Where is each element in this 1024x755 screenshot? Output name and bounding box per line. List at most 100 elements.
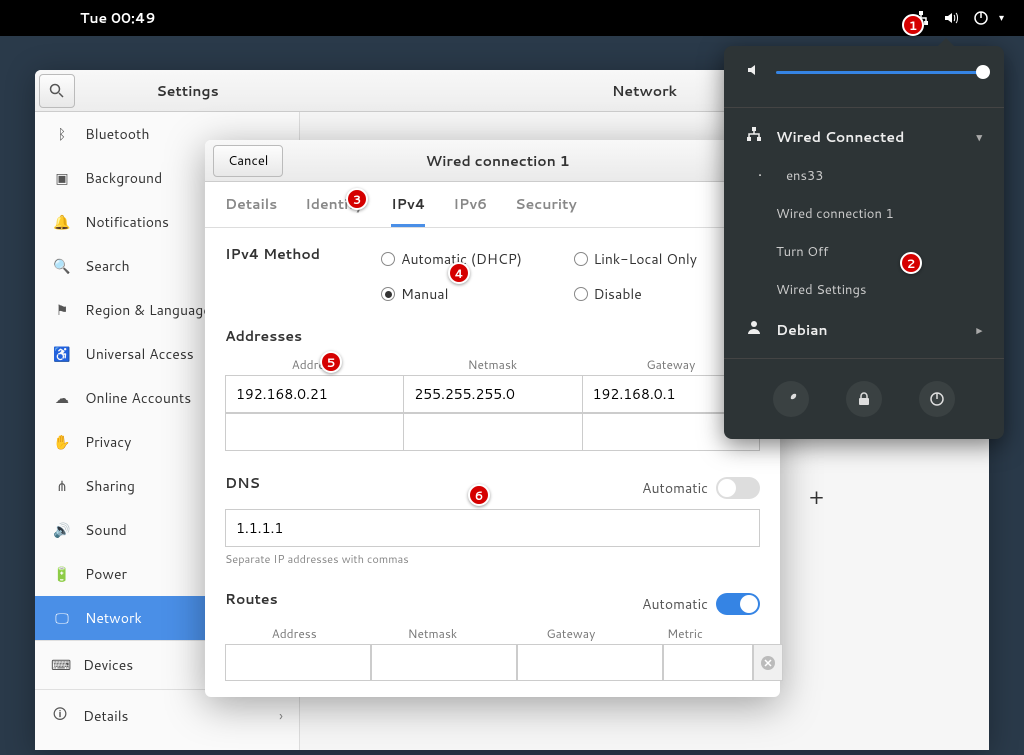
lock-action[interactable] (846, 381, 882, 417)
annotation-3: 3 (346, 188, 368, 210)
bluetooth-icon: ᛒ (53, 124, 71, 144)
radio-icon (574, 287, 588, 301)
route-address-input[interactable] (225, 644, 371, 681)
sidebar-label: Network (85, 608, 142, 628)
hand-icon: ✋ (53, 432, 71, 452)
close-icon (760, 655, 776, 671)
search-button[interactable] (39, 74, 75, 108)
background-icon: ▣ (53, 168, 71, 188)
dns-auto-label: Automatic (642, 478, 708, 498)
system-menu: Wired Connected ▾ •ens33 Wired connectio… (724, 46, 1004, 439)
route-metric-input[interactable] (663, 644, 753, 681)
accessibility-icon: ♿ (53, 344, 71, 364)
dns-input[interactable] (225, 509, 760, 547)
netmask-input-1[interactable] (403, 413, 581, 451)
power-icon (929, 391, 945, 407)
rcol-netmask: Netmask (363, 625, 501, 642)
wired-connection-item[interactable]: Wired connection 1 (724, 195, 1004, 233)
system-tray[interactable]: ▾ (913, 10, 1004, 26)
cloud-icon: ☁ (53, 388, 71, 408)
sidebar-label: Power (85, 564, 127, 584)
sidebar-label: Online Accounts (85, 388, 191, 408)
devices-icon: ⌨ (51, 655, 69, 675)
add-connection-button[interactable]: + (809, 482, 824, 513)
rcol-address: Address (225, 625, 363, 642)
method-automatic[interactable]: Automatic (DHCP) (381, 249, 568, 269)
connection-dialog: Cancel Wired connection 1 Details Identi… (205, 140, 780, 697)
volume-slider[interactable] (776, 71, 982, 74)
annotation-6: 6 (468, 484, 490, 506)
netmask-input-0[interactable] (403, 375, 581, 413)
method-manual[interactable]: Manual (381, 284, 568, 304)
wired-turn-off[interactable]: Turn Off (724, 233, 1004, 271)
lock-icon (856, 391, 872, 407)
tray-chevron-icon[interactable]: ▾ (999, 11, 1004, 25)
wrench-icon (783, 391, 799, 407)
flag-icon: ⚑ (53, 300, 71, 320)
user-icon (746, 319, 762, 340)
battery-icon: 🔋 (53, 564, 71, 584)
bell-icon: 🔔 (53, 212, 71, 232)
address-input-0[interactable] (225, 375, 403, 413)
network-wired-icon (746, 126, 762, 147)
address-input-1[interactable] (225, 413, 403, 451)
search-icon (49, 83, 65, 99)
dns-auto-toggle[interactable] (716, 477, 760, 499)
rcol-gateway: Gateway (502, 625, 640, 642)
radio-icon (574, 252, 588, 266)
radio-icon (381, 287, 395, 301)
sidebar-label: Privacy (85, 432, 131, 452)
col-netmask: Netmask (403, 356, 581, 373)
route-delete-button[interactable] (753, 644, 783, 681)
tab-ipv6[interactable]: IPv6 (453, 194, 487, 227)
annotation-5: 5 (320, 351, 342, 373)
radio-icon (381, 252, 395, 266)
route-netmask-input[interactable] (371, 644, 517, 681)
wired-header[interactable]: Wired Connected ▾ (724, 116, 1004, 157)
user-item[interactable]: Debian ▸ (724, 309, 1004, 350)
annotation-2: 2 (900, 252, 922, 274)
dialog-body: IPv4 Method Automatic (DHCP) Link-Local … (205, 228, 780, 697)
gnome-topbar: Tue 00:49 ▾ (0, 0, 1024, 36)
wired-settings-item[interactable]: Wired Settings (724, 271, 1004, 309)
routes-auto-toggle[interactable] (716, 593, 760, 615)
sidebar-label: Search (85, 256, 130, 276)
ipv4-method-label: IPv4 Method (225, 244, 375, 264)
sidebar-label: Notifications (85, 212, 169, 232)
share-icon: ⋔ (53, 476, 71, 496)
clock[interactable]: Tue 00:49 (80, 8, 156, 28)
sidebar-label: Background (85, 168, 162, 188)
search-icon: 🔍 (53, 256, 71, 276)
sidebar-header-title: Settings (75, 81, 300, 101)
power-action[interactable] (919, 381, 955, 417)
monitor-icon: 🖵 (53, 608, 71, 628)
dns-hint: Separate IP addresses with commas (225, 551, 760, 567)
tab-security[interactable]: Security (515, 194, 577, 227)
speaker-icon: 🔊 (53, 520, 71, 540)
col-address: Address (225, 356, 403, 373)
rcol-metric: Metric (640, 625, 730, 642)
power-icon[interactable] (973, 10, 989, 26)
settings-action[interactable] (773, 381, 809, 417)
addresses-label: Addresses (225, 326, 760, 346)
dns-label: DNS (225, 473, 260, 493)
volume-icon[interactable] (943, 10, 959, 26)
volume-mute-icon[interactable] (746, 62, 762, 83)
chevron-right-icon: ▸ (976, 322, 982, 338)
sidebar-label: Universal Access (85, 344, 194, 364)
sidebar-label: Sound (85, 520, 127, 540)
wired-iface[interactable]: •ens33 (724, 157, 1004, 195)
dialog-title: Wired connection 1 (223, 151, 772, 171)
annotation-4: 4 (448, 262, 470, 284)
dialog-tabs: Details Identity IPv4 IPv6 Security (205, 182, 780, 228)
sidebar-label: Devices (83, 655, 133, 675)
sidebar-label: Sharing (85, 476, 135, 496)
sidebar-label: Bluetooth (85, 124, 149, 144)
annotation-1: 1 (902, 14, 924, 36)
route-gateway-input[interactable] (517, 644, 663, 681)
details-icon: 🛈 (51, 704, 69, 728)
tab-ipv4[interactable]: IPv4 (391, 194, 425, 227)
routes-auto-label: Automatic (642, 594, 708, 614)
sidebar-label: Region & Language (85, 300, 211, 320)
tab-details[interactable]: Details (225, 194, 277, 227)
